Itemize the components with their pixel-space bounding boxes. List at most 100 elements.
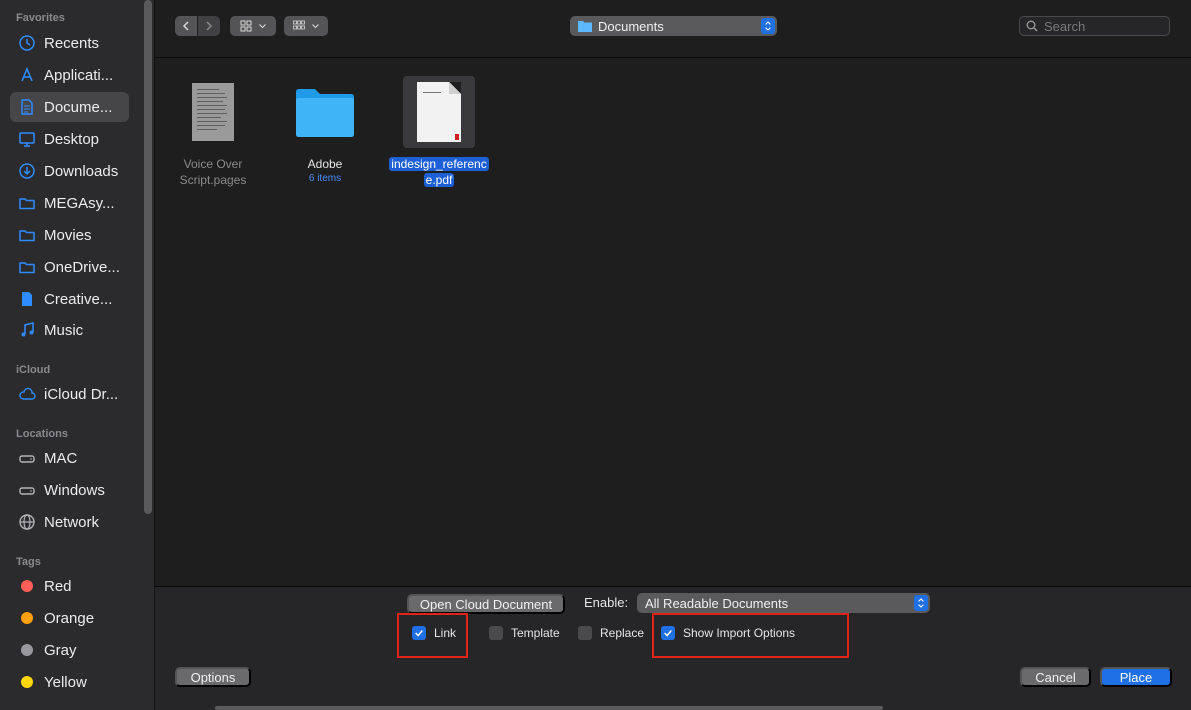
search-input[interactable] [1044,18,1164,34]
sidebar-item-recents[interactable]: Recents [10,28,129,58]
popup-stepper-icon [914,595,928,611]
sidebar-item-label: Movies [44,226,92,244]
sidebar-item-icloud-drive[interactable]: iCloud Dr... [10,379,129,409]
sidebar-item-applications[interactable]: Applicati... [10,60,129,90]
file-icon [18,290,36,308]
location-popup[interactable]: Documents [570,16,777,36]
sidebar-item-mac[interactable]: MAC [10,443,129,473]
pages-document-thumbnail [177,76,249,148]
sidebar-tag-red[interactable]: Red [10,571,129,601]
sidebar-item-label: Creative... [44,290,113,308]
sidebar-item-creative[interactable]: Creative... [10,284,129,314]
locations-heading: Locations [16,428,68,440]
sidebar-item-label: Gray [44,641,77,659]
sidebar-item-megasync[interactable]: MEGAsy... [10,188,129,218]
chevron-left-icon [182,21,189,31]
sidebar-scrollbar[interactable] [144,0,152,514]
replace-checkbox[interactable]: Replace [578,626,644,640]
search-icon [1026,20,1038,32]
sidebar-item-label: MAC [44,449,78,467]
desktop-icon [18,130,36,148]
disk-icon [18,481,36,499]
sidebar-item-onedrive[interactable]: OneDrive... [10,252,129,282]
highlight-box-show-import [652,613,849,658]
view-mode-button[interactable] [230,16,276,36]
pdf-thumbnail [403,76,475,148]
favorites-heading: Favorites [16,12,65,24]
options-button[interactable]: Options [175,667,251,687]
sidebar-item-label: Downloads [44,162,119,180]
group-by-button[interactable] [284,16,328,36]
file-browser: Voice Over Script.pages Adobe 6 items in… [155,58,1191,586]
sidebar-item-label: Network [44,513,100,531]
tag-dot-icon [18,577,36,595]
disk-icon [18,449,36,467]
folder-item-count: 6 items [308,173,342,184]
file-name: Adobe [307,157,343,171]
sidebar-item-label: Music [44,321,84,339]
chevron-right-icon [206,21,213,31]
sidebar-item-movies[interactable]: Movies [10,220,129,250]
sidebar-item-windows[interactable]: Windows [10,475,129,505]
enable-select[interactable]: All Readable Documents [637,593,930,613]
file-item-voice-over[interactable]: Voice Over Script.pages [155,76,271,188]
group-grid-icon [292,20,305,30]
sidebar-tag-yellow[interactable]: Yellow [10,667,129,697]
forward-button[interactable] [198,16,220,36]
open-cloud-document-button[interactable]: Open Cloud Document [407,594,565,614]
checkbox-box [578,626,592,640]
file-item-adobe-folder[interactable]: Adobe 6 items [267,76,383,186]
sidebar-item-music[interactable]: Music [10,315,129,345]
location-label: Documents [598,18,664,34]
enable-value: All Readable Documents [645,595,789,611]
sidebar-item-label: Recents [44,34,100,52]
checkbox-box [489,626,503,640]
popup-stepper-icon [761,18,775,34]
horizontal-scrollbar[interactable] [215,706,883,710]
sidebar-item-documents[interactable]: Docume... [10,92,129,122]
sidebar-item-label: iCloud Dr... [44,385,119,403]
highlight-box-link [397,613,468,658]
sidebar-tag-gray[interactable]: Gray [10,635,129,665]
sidebar-item-desktop[interactable]: Desktop [10,124,129,154]
document-icon [18,98,36,116]
back-button[interactable] [175,16,197,36]
sidebar-item-label: Windows [44,481,105,499]
download-icon [18,162,36,180]
sidebar-item-label: MEGAsy... [44,194,115,212]
folder-icon [18,258,36,276]
sidebar-item-network[interactable]: Network [10,507,129,537]
sidebar-item-label: Yellow [44,673,87,691]
clock-icon [18,34,36,52]
sidebar-item-label: OneDrive... [44,258,120,276]
icon-grid-icon [240,20,251,32]
sidebar: Favorites Recents Applicati... Docume...… [0,0,155,710]
sidebar-tag-orange[interactable]: Orange [10,603,129,633]
cancel-button[interactable]: Cancel [1020,667,1091,687]
cloud-icon [18,385,36,403]
options-panel: Open Cloud Document Enable: All Readable… [155,586,1191,710]
enable-label: Enable: [584,595,629,610]
search-field[interactable] [1019,16,1170,36]
tags-heading: Tags [16,556,41,568]
sidebar-item-label: Red [44,577,72,595]
icloud-heading: iCloud [16,364,51,376]
place-button[interactable]: Place [1100,667,1172,687]
sidebar-item-downloads[interactable]: Downloads [10,156,129,186]
tag-dot-icon [18,609,36,627]
tag-dot-icon [18,673,36,691]
file-item-indesign-reference[interactable]: indesign_referenc e.pdf [381,76,497,188]
folder-icon [578,21,592,32]
music-icon [18,321,36,339]
folder-icon [18,226,36,244]
template-checkbox[interactable]: Template [489,626,560,640]
checkbox-label: Replace [600,626,645,640]
sidebar-item-label: Docume... [44,98,113,116]
globe-icon [18,513,36,531]
sidebar-item-label: Applicati... [44,66,114,84]
file-name: Voice Over Script.pages [179,157,247,187]
sidebar-item-label: Desktop [44,130,100,148]
folder-icon [18,194,36,212]
chevron-down-icon [258,24,266,29]
sidebar-item-label: Orange [44,609,95,627]
